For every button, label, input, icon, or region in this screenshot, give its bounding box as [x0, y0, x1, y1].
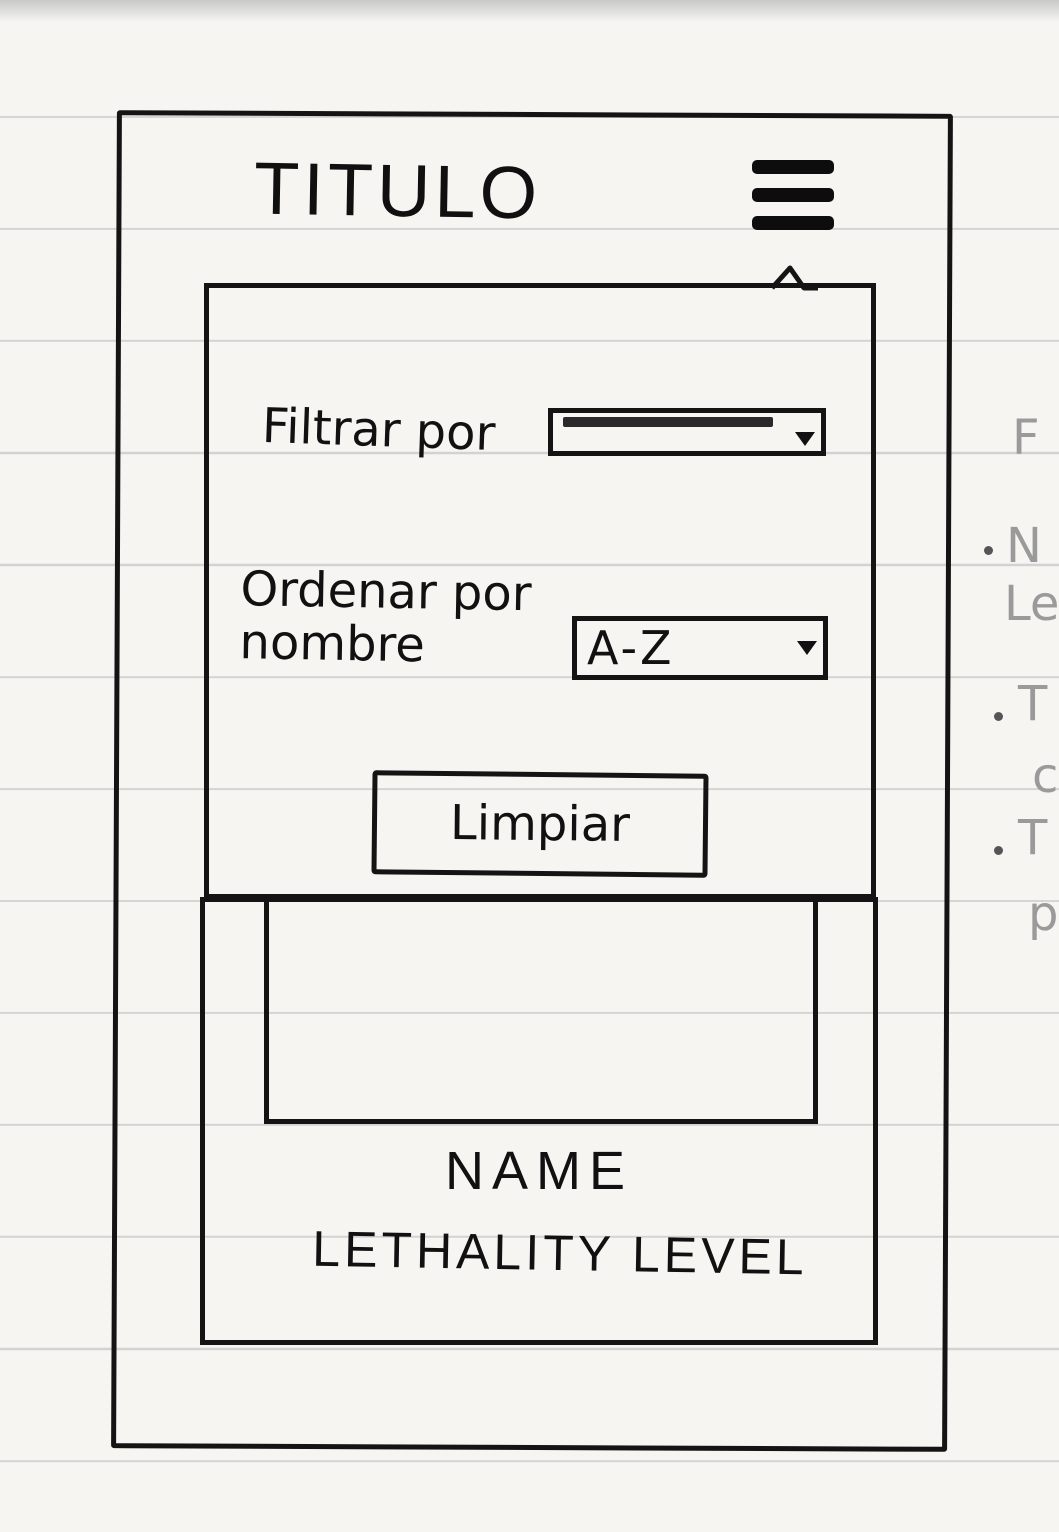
margin-note: c: [1032, 748, 1059, 804]
select-shading: [563, 417, 773, 427]
sort-label: Ordenar por nombre: [239, 561, 533, 674]
card-lethality-level: LETHALITY LEVEL: [311, 1220, 809, 1286]
margin-note: T: [1018, 676, 1048, 732]
hamburger-menu-icon[interactable]: [752, 158, 834, 238]
menu-line: [752, 188, 834, 202]
margin-note: p: [1028, 886, 1059, 942]
filter-label: Filtrar por: [261, 397, 497, 463]
bullet-icon: [994, 846, 1003, 855]
menu-line: [752, 216, 834, 230]
margin-note: Le: [1004, 576, 1059, 632]
caret-down-icon: [797, 641, 817, 655]
margin-note: F: [1012, 410, 1040, 466]
menu-line: [752, 160, 834, 174]
card-image-placeholder: [264, 898, 818, 1124]
caret-down-icon: [795, 432, 815, 446]
sort-select[interactable]: A-Z: [572, 616, 828, 680]
filter-select[interactable]: [548, 408, 826, 456]
card-name: NAME: [444, 1141, 633, 1201]
bullet-icon: [994, 712, 1003, 721]
clear-button[interactable]: Limpiar: [371, 770, 709, 878]
margin-note: N: [1006, 518, 1042, 574]
margin-notes: F N Le T c T p: [982, 400, 1059, 960]
bullet-icon: [984, 546, 993, 555]
page-title: TITULO: [253, 146, 542, 235]
margin-note: T: [1018, 810, 1048, 866]
paper-edge-shadow: [0, 0, 1059, 22]
sort-select-value: A-Z: [587, 621, 675, 675]
